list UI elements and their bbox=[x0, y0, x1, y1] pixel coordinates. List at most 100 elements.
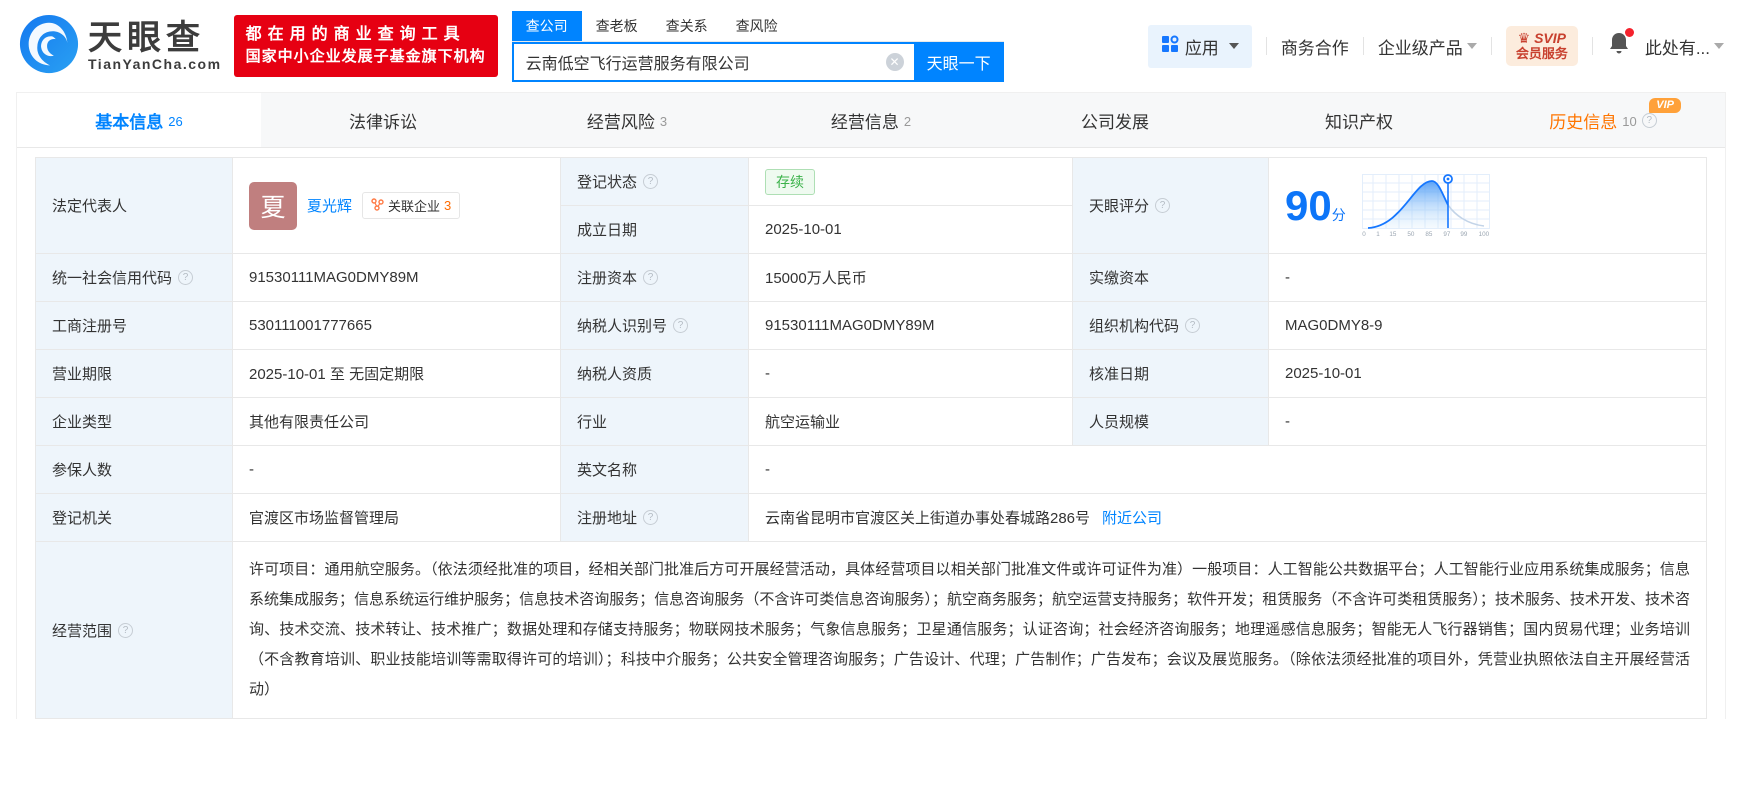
promo-line-1: 都在用的商业查询工具 bbox=[245, 26, 466, 43]
search-input[interactable] bbox=[511, 41, 914, 82]
help-icon[interactable]: ? bbox=[1641, 112, 1657, 128]
logo-text: 天眼查 TianYanCha.com bbox=[88, 20, 222, 72]
label-text: 注册资本 bbox=[577, 270, 638, 287]
apps-grid-icon bbox=[1161, 35, 1179, 58]
staff-size-value: - bbox=[1269, 398, 1706, 446]
tab-legal-litigation[interactable]: 法律诉讼 bbox=[261, 93, 505, 147]
registered-address-value: 云南省昆明市官渡区关上街道办事处春城路286号 附近公司 bbox=[749, 494, 1706, 542]
tab-label: 经营信息 bbox=[830, 112, 899, 132]
chevron-down-icon bbox=[1228, 43, 1239, 49]
taxpayer-qualification-label: 纳税人资质 bbox=[561, 350, 749, 398]
establish-date-value: 2025-10-01 bbox=[749, 206, 1073, 254]
org-network-icon bbox=[371, 197, 384, 214]
svip-label: SVIP bbox=[1534, 30, 1566, 46]
tab-basic-info[interactable]: 基本信息 26 bbox=[17, 93, 261, 147]
help-icon[interactable]: ? bbox=[1185, 318, 1201, 333]
insured-count-value: - bbox=[233, 446, 561, 494]
help-icon[interactable]: ? bbox=[673, 318, 689, 333]
tab-label: 知识产权 bbox=[1325, 112, 1393, 132]
taxpayer-qualification-value: - bbox=[749, 350, 1073, 398]
registered-capital-value: 15000万人民币 bbox=[749, 254, 1073, 302]
promo-line-2: 国家中小企业发展子基金旗下机构 bbox=[245, 48, 486, 65]
nearby-companies-link[interactable]: 附近公司 bbox=[1102, 507, 1162, 528]
search-tab-company[interactable]: 查公司 bbox=[511, 10, 582, 41]
avatar[interactable]: 夏 bbox=[249, 181, 297, 230]
business-reg-number-label: 工商注册号 bbox=[36, 302, 233, 350]
search-tab-risk[interactable]: 查风险 bbox=[722, 11, 792, 41]
apps-label: 应用 bbox=[1184, 38, 1219, 58]
paid-in-capital-value: - bbox=[1269, 254, 1706, 302]
user-menu[interactable]: 此处有... bbox=[1645, 34, 1724, 59]
help-icon[interactable]: ? bbox=[178, 270, 194, 285]
divider bbox=[1490, 37, 1492, 55]
chevron-down-icon bbox=[1466, 43, 1477, 49]
reg-status-label: 登记状态 ? bbox=[561, 158, 749, 206]
header-nav: 应用 商务合作 企业级产品 ♛ SVIP 会员服务 此处有... bbox=[1147, 24, 1724, 68]
axis-tick: 100 bbox=[1478, 231, 1490, 238]
apps-menu-button[interactable]: 应用 bbox=[1147, 24, 1252, 68]
reg-status-value: 存续 bbox=[749, 158, 1073, 206]
divider bbox=[1591, 37, 1593, 55]
legal-rep-name-link[interactable]: 夏光辉 bbox=[307, 195, 352, 216]
industry-label: 行业 bbox=[561, 398, 749, 446]
tab-count: 26 bbox=[168, 113, 183, 129]
enterprise-products-link[interactable]: 企业级产品 bbox=[1378, 34, 1477, 59]
staff-size-label: 人员规模 bbox=[1073, 398, 1269, 446]
registered-address-label: 注册地址 ? bbox=[561, 494, 749, 542]
label-text: 注册地址 bbox=[577, 510, 638, 527]
help-icon[interactable]: ? bbox=[643, 510, 659, 525]
chevron-down-icon bbox=[1714, 43, 1724, 49]
address-text: 云南省昆明市官渡区关上街道办事处春城路286号 bbox=[765, 510, 1091, 527]
search-tab-relation[interactable]: 查关系 bbox=[652, 11, 722, 41]
related-companies-badge[interactable]: 关联企业 3 bbox=[362, 192, 461, 219]
taxpayer-id-label: 纳税人识别号 ? bbox=[561, 302, 749, 350]
tab-intellectual-property[interactable]: 知识产权 bbox=[1237, 93, 1481, 147]
approval-date-value: 2025-10-01 bbox=[1269, 350, 1706, 398]
svip-member-button[interactable]: ♛ SVIP 会员服务 bbox=[1505, 26, 1578, 66]
business-cooperation-link[interactable]: 商务合作 bbox=[1281, 34, 1349, 59]
search-tabs: 查公司 查老板 查关系 查风险 bbox=[511, 10, 1004, 42]
company-info-table: 法定代表人 夏 夏光辉 关联企业 3 登记状态 ? 存续 天眼评分 ? 90分 … bbox=[35, 157, 1707, 719]
score-cell[interactable]: 90分 0 1 15 50 85 97 99 100 bbox=[1269, 158, 1706, 254]
notifications-button[interactable] bbox=[1607, 27, 1634, 62]
search-row: ✕ 天眼一下 bbox=[511, 41, 1004, 82]
legal-rep-cell: 夏 夏光辉 关联企业 3 bbox=[233, 158, 561, 254]
divider bbox=[1362, 37, 1364, 55]
site-header: 天眼查 TianYanCha.com 都在用的商业查询工具 国家中小企业发展子基… bbox=[0, 0, 1742, 92]
help-icon[interactable]: ? bbox=[643, 174, 659, 189]
score-number: 90 bbox=[1285, 181, 1332, 229]
insured-count-label: 参保人数 bbox=[36, 446, 233, 494]
notification-dot bbox=[1624, 27, 1634, 37]
help-icon[interactable]: ? bbox=[643, 270, 659, 285]
axis-tick: 0 bbox=[1361, 231, 1366, 238]
svip-line: ♛ SVIP bbox=[1517, 30, 1566, 46]
tab-count: 10 bbox=[1622, 113, 1637, 129]
score-axis: 0 1 15 50 85 97 99 100 bbox=[1362, 231, 1490, 238]
business-term-label: 营业期限 bbox=[36, 350, 233, 398]
tab-label: 历史信息 bbox=[1549, 112, 1618, 132]
legal-rep-label: 法定代表人 bbox=[36, 158, 233, 254]
tianyancha-logo[interactable]: 天眼查 TianYanCha.com bbox=[18, 13, 222, 80]
page: 天眼查 TianYanCha.com 都在用的商业查询工具 国家中小企业发展子基… bbox=[0, 0, 1742, 798]
tab-label: 基本信息 bbox=[95, 112, 164, 132]
help-icon[interactable]: ? bbox=[1155, 198, 1171, 213]
axis-tick: 97 bbox=[1442, 231, 1450, 238]
search-tab-boss[interactable]: 查老板 bbox=[582, 11, 652, 41]
business-scope-text: 许可项目：通用航空服务。（依法须经批准的项目，经相关部门批准后方可开展经营活动，… bbox=[249, 561, 1690, 698]
axis-tick: 85 bbox=[1425, 231, 1433, 238]
search-button[interactable]: 天眼一下 bbox=[913, 41, 1004, 82]
label-text: 天眼评分 bbox=[1089, 198, 1150, 215]
score-unit: 分 bbox=[1331, 206, 1346, 223]
tab-operation-risk[interactable]: 经营风险 3 bbox=[505, 93, 749, 147]
help-icon[interactable]: ? bbox=[118, 622, 134, 638]
clear-search-icon[interactable]: ✕ bbox=[885, 52, 904, 71]
tab-history-info[interactable]: VIP 历史信息 10 ? bbox=[1481, 93, 1725, 147]
tab-business-info[interactable]: 经营信息 2 bbox=[749, 93, 993, 147]
score-value: 90分 bbox=[1285, 181, 1346, 229]
credit-code-label: 统一社会信用代码 ? bbox=[36, 254, 233, 302]
svip-service-label: 会员服务 bbox=[1515, 46, 1568, 61]
tab-label: 经营风险 bbox=[586, 112, 655, 132]
label-text: 统一社会信用代码 bbox=[52, 270, 173, 287]
tab-label: 公司发展 bbox=[1081, 112, 1149, 132]
tab-company-development[interactable]: 公司发展 bbox=[993, 93, 1237, 147]
